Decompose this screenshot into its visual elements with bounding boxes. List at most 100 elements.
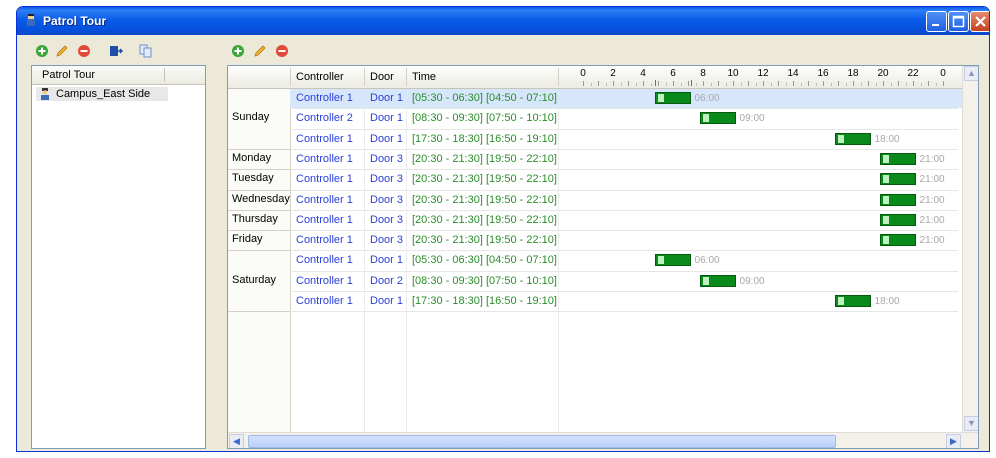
- time-window-bar[interactable]: [835, 295, 871, 307]
- table-row[interactable]: Controller 1 Door 1 [05:30 - 06:30] [04:50…: [290, 88, 962, 108]
- title-bar[interactable]: Patrol Tour: [17, 7, 989, 35]
- window-title: Patrol Tour: [43, 14, 107, 28]
- ruler-tick: [583, 81, 584, 86]
- delete-icon[interactable]: [77, 44, 91, 58]
- ruler-tick: [650, 83, 652, 86]
- time-cell: [05:30 - 06:30] [04:50 - 07:10]: [412, 254, 557, 267]
- vertical-scrollbar[interactable]: ▲ ▼: [962, 66, 978, 432]
- ruler-label: 18: [847, 68, 859, 79]
- ruler-tick: [793, 81, 794, 86]
- controller-cell: Controller 1: [296, 295, 353, 307]
- ruler-tick: [875, 83, 877, 86]
- scroll-right-button[interactable]: ▶: [946, 434, 961, 448]
- time-column-header[interactable]: Time: [412, 71, 436, 83]
- time-cell: [05:30 - 06:30] [04:50 - 07:10]: [412, 92, 557, 104]
- time-window-bar[interactable]: [880, 193, 916, 206]
- ruler-tick: [935, 83, 937, 86]
- table-row[interactable]: Controller 1 Door 1 [17:30 - 18:30] [16:50…: [290, 291, 962, 311]
- time-window-bar[interactable]: [655, 254, 691, 267]
- ruler-label: 2: [610, 68, 616, 79]
- ruler-tick: [823, 81, 824, 86]
- controller-cell: Controller 1: [296, 193, 353, 206]
- table-row[interactable]: Controller 2 Door 1 [08:30 - 09:30] [07:50…: [290, 108, 962, 128]
- table-row[interactable]: Controller 1 Door 3 [20:30 - 21:30] [19:50…: [290, 230, 962, 250]
- bar-highlight: [883, 154, 890, 163]
- edit-icon[interactable]: [253, 44, 267, 58]
- time-cell: [20:30 - 21:30] [19:50 - 22:10]: [412, 152, 557, 165]
- time-window-bar[interactable]: [700, 112, 736, 125]
- ruler-label: 22: [907, 68, 919, 79]
- ruler-tick: [868, 81, 869, 86]
- add-icon[interactable]: [35, 44, 49, 58]
- scroll-up-button[interactable]: ▲: [964, 66, 978, 81]
- bar-highlight: [883, 195, 890, 204]
- door-cell: Door 1: [370, 132, 404, 145]
- time-window-bar[interactable]: [655, 92, 691, 104]
- ruler-tick: [620, 83, 622, 86]
- bar-time-label: 18:00: [874, 296, 900, 307]
- patrol-tour-list[interactable]: Patrol Tour Campus_East Side: [31, 65, 206, 449]
- table-row[interactable]: Controller 1 Door 3 [20:30 - 21:30] [19:50…: [290, 149, 962, 169]
- edit-icon[interactable]: [55, 44, 69, 58]
- bar-time-label: 21:00: [919, 214, 945, 226]
- ruler-tick: [710, 83, 712, 86]
- table-row[interactable]: Controller 1 Door 2 [08:30 - 09:30] [07:50…: [290, 271, 962, 291]
- close-button[interactable]: [970, 11, 989, 32]
- time-window-bar[interactable]: [880, 152, 916, 165]
- bar-time-label: 21:00: [919, 235, 945, 247]
- door-cell: Door 1: [370, 92, 404, 104]
- ruler-tick: [920, 83, 922, 86]
- schedule-grid[interactable]: Controller 1 Door 1 [05:30 - 06:30] [04:50…: [227, 65, 979, 449]
- table-row[interactable]: Controller 1 Door 3 [20:30 - 21:30] [19:50…: [290, 190, 962, 210]
- column-separator: [406, 68, 407, 86]
- table-row[interactable]: Controller 1 Door 3 [20:30 - 21:30] [19:50…: [290, 210, 962, 230]
- chevron-left-icon: ◀: [233, 436, 240, 446]
- list-item[interactable]: Campus_East Side: [36, 87, 168, 101]
- time-window-bar[interactable]: [880, 173, 916, 186]
- selection-marker: [691, 80, 692, 86]
- time-window-bar[interactable]: [835, 132, 871, 145]
- row-separator: [292, 311, 958, 313]
- table-row[interactable]: Controller 1 Door 3 [20:30 - 21:30] [19:50…: [290, 169, 962, 189]
- patrol-tour-column-header[interactable]: Patrol Tour: [32, 66, 205, 85]
- controller-cell: Controller 1: [296, 92, 353, 104]
- ruler-tick: [905, 83, 907, 86]
- scroll-left-button[interactable]: ◀: [229, 434, 244, 448]
- time-window-bar[interactable]: [880, 213, 916, 226]
- time-window-bar[interactable]: [700, 274, 736, 287]
- ruler-tick: [703, 81, 704, 86]
- ruler-tick: [770, 83, 772, 86]
- add-icon[interactable]: [231, 44, 245, 58]
- bar-time-label: 21:00: [919, 194, 945, 206]
- ruler-label: 4: [640, 68, 646, 79]
- copy-icon[interactable]: [139, 44, 153, 58]
- table-row[interactable]: Controller 1 Door 1 [17:30 - 18:30] [16:50…: [290, 129, 962, 149]
- controller-column-header[interactable]: Controller: [296, 71, 344, 83]
- bar-highlight: [838, 297, 845, 305]
- ruler-tick: [605, 83, 607, 86]
- bar-time-label: 09:00: [739, 275, 765, 287]
- scroll-down-button[interactable]: ▼: [964, 416, 978, 431]
- guard-icon: [41, 88, 49, 100]
- ruler-tick: [755, 83, 757, 86]
- horizontal-scrollbar[interactable]: ◀ ▶: [228, 432, 978, 448]
- door-column-header[interactable]: Door: [370, 71, 394, 83]
- delete-icon[interactable]: [275, 44, 289, 58]
- day-separator: [228, 250, 290, 252]
- export-icon[interactable]: [109, 44, 123, 58]
- horizontal-scroll-thumb[interactable]: [248, 435, 836, 448]
- bar-time-label: 06:00: [694, 93, 720, 104]
- bar-time-label: 21:00: [919, 174, 945, 186]
- maximize-button[interactable]: [948, 11, 969, 32]
- day-label: Friday: [232, 233, 263, 246]
- day-separator: [228, 311, 290, 313]
- ruler-tick: [838, 81, 839, 86]
- app-icon: [27, 14, 35, 26]
- column-separator: [164, 68, 165, 82]
- minimize-button[interactable]: [926, 11, 947, 32]
- bar-highlight: [703, 276, 710, 285]
- ruler-tick: [830, 83, 832, 86]
- table-row[interactable]: Controller 1 Door 1 [05:30 - 06:30] [04:50…: [290, 250, 962, 270]
- ruler-tick: [763, 81, 764, 86]
- time-window-bar[interactable]: [880, 234, 916, 247]
